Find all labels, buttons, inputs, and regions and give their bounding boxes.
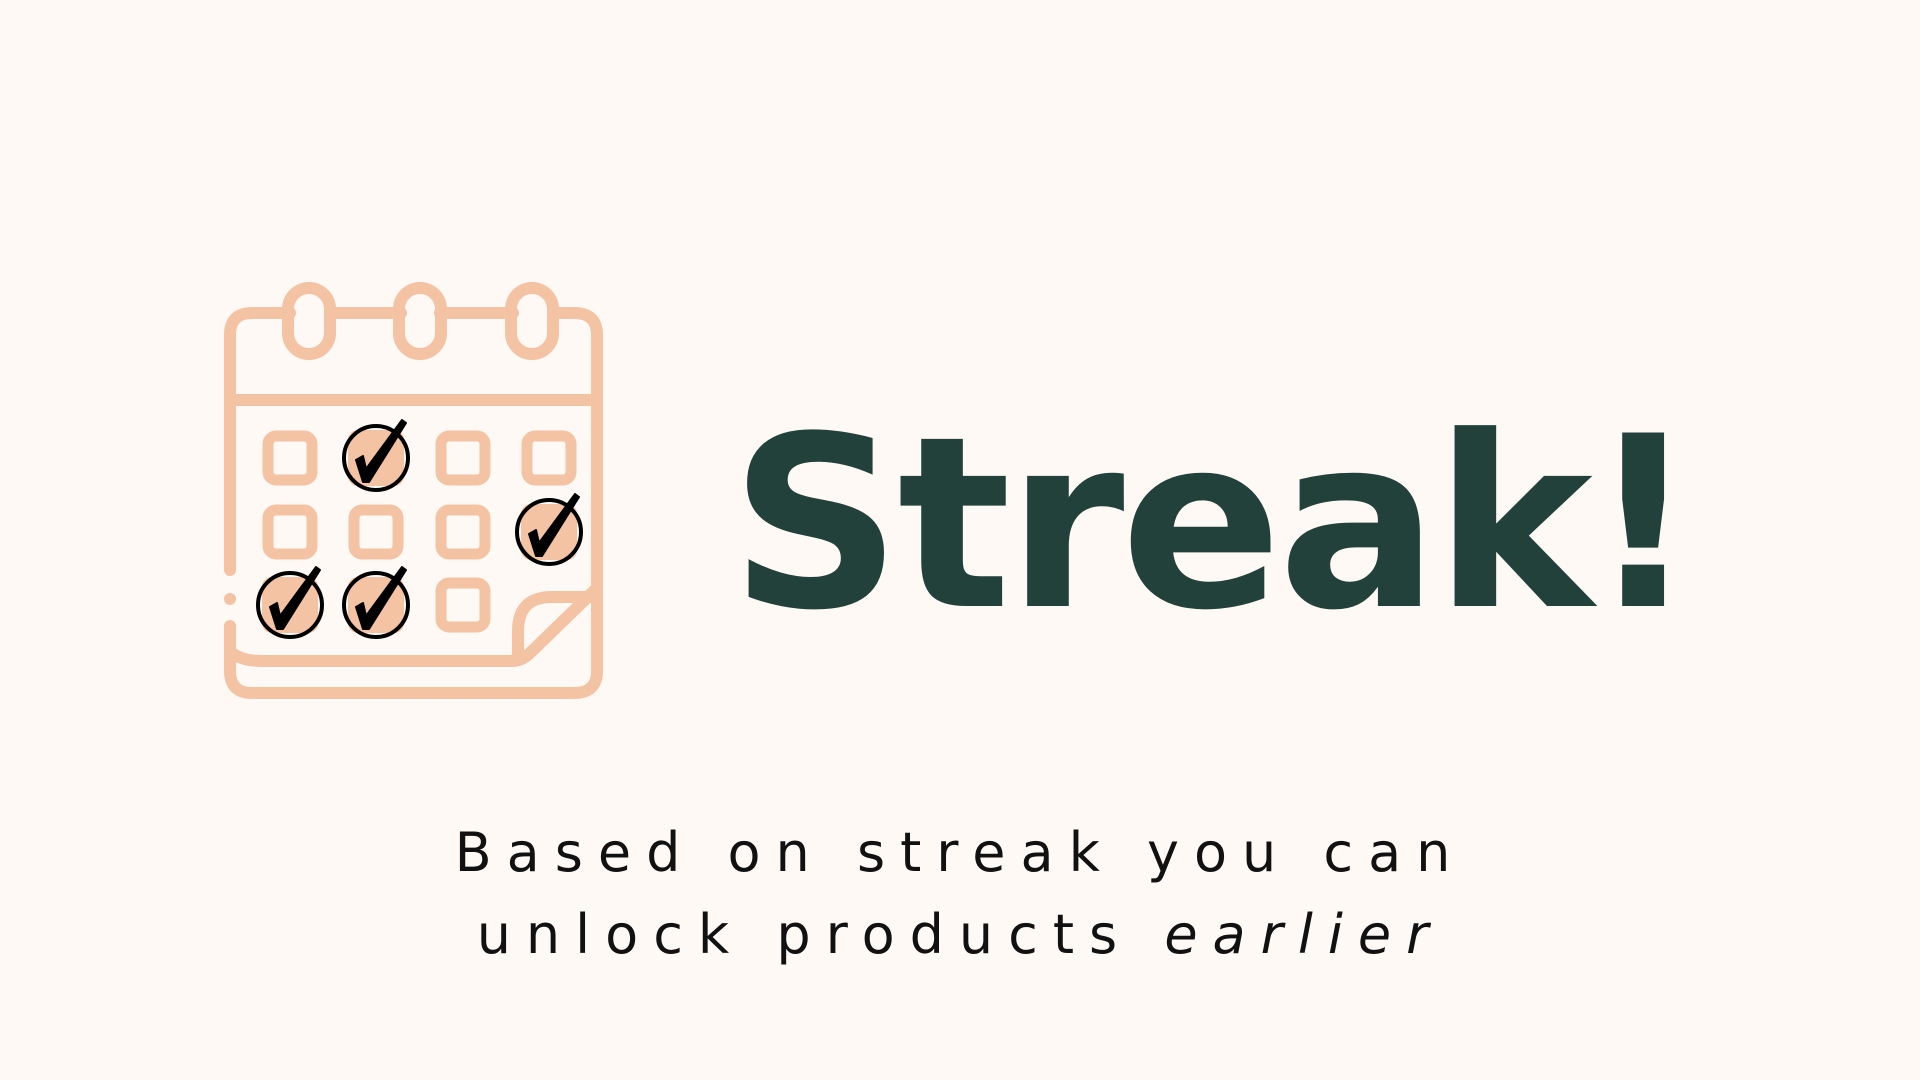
subtitle-emphasis: earlier bbox=[1164, 903, 1444, 966]
calendar-checked-icon bbox=[222, 281, 614, 717]
calendar-day bbox=[262, 504, 318, 560]
calendar-svg bbox=[224, 282, 603, 699]
calendar-day bbox=[435, 504, 491, 560]
binder-ring bbox=[393, 282, 447, 360]
binder-ring bbox=[282, 282, 336, 360]
slide-title: Streak! bbox=[730, 386, 1697, 663]
calendar-day bbox=[521, 430, 577, 486]
calendar-day bbox=[435, 577, 491, 633]
subtitle-line-2-text: unlock products bbox=[476, 903, 1133, 966]
slide: Streak! Based on streak you can unlock p… bbox=[0, 0, 1920, 1080]
calendar-day bbox=[435, 430, 491, 486]
binder-ring bbox=[505, 282, 559, 360]
slide-subtitle: Based on streak you can unlock products … bbox=[360, 812, 1560, 976]
subtitle-line-1: Based on streak you can bbox=[454, 821, 1466, 884]
calendar-day bbox=[262, 430, 318, 486]
subtitle-line-2: unlock products earlier bbox=[360, 894, 1560, 976]
calendar-day bbox=[348, 504, 404, 560]
